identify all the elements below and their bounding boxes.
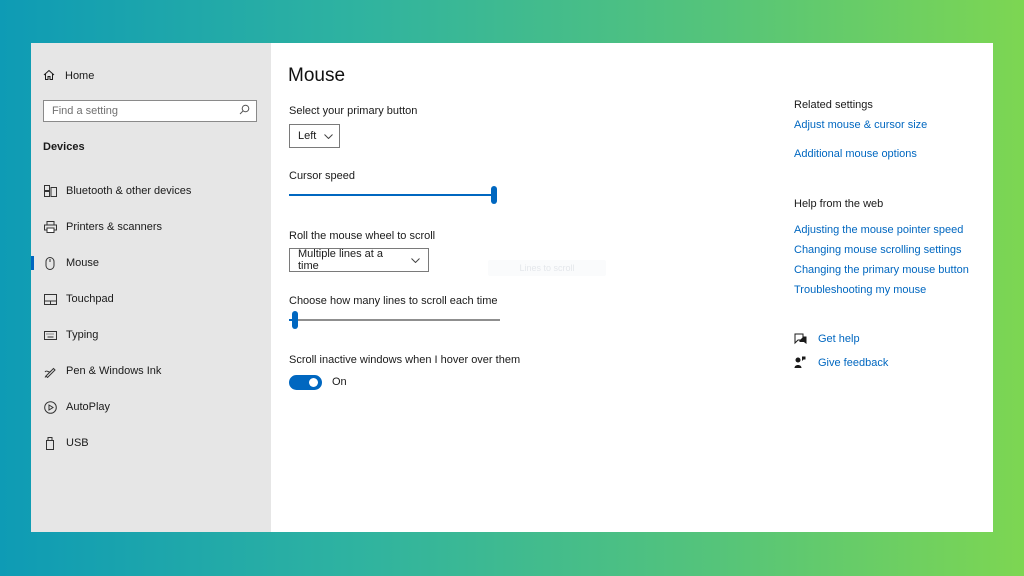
search-icon[interactable]	[239, 102, 250, 120]
lines-to-scroll-label: Choose how many lines to scroll each tim…	[289, 295, 498, 307]
cursor-speed-label: Cursor speed	[289, 170, 356, 182]
sidebar-item-label: Bluetooth & other devices	[66, 185, 192, 197]
give-feedback-label: Give feedback	[818, 356, 889, 369]
sidebar-item-label: Pen & Windows Ink	[66, 365, 162, 377]
sidebar: Home Devices Bluetooth & other devices P…	[31, 43, 271, 532]
slider-track	[295, 319, 500, 321]
help-heading: Help from the web	[794, 198, 884, 210]
slider-thumb[interactable]	[491, 186, 497, 204]
toggle-knob	[309, 378, 318, 387]
autoplay-icon	[41, 400, 59, 414]
scroll-mode-label: Roll the mouse wheel to scroll	[289, 230, 436, 242]
home-label: Home	[65, 70, 95, 82]
sidebar-item-mouse[interactable]: Mouse	[31, 252, 271, 274]
section-heading-devices: Devices	[43, 141, 85, 153]
lines-to-scroll-slider[interactable]	[289, 311, 500, 329]
primary-button-value: Left	[298, 130, 317, 142]
faded-tooltip: Lines to scroll	[488, 260, 606, 276]
page-title: Mouse	[288, 65, 346, 86]
give-feedback-link[interactable]: Give feedback	[794, 356, 888, 369]
link-scrolling-settings[interactable]: Changing mouse scrolling settings	[794, 244, 962, 256]
chevron-down-icon	[324, 133, 334, 139]
scroll-mode-value: Multiple lines at a time	[298, 248, 383, 272]
scroll-mode-dropdown[interactable]: Multiple lines at a time	[289, 248, 429, 272]
chevron-down-icon	[411, 257, 420, 263]
mouse-icon	[41, 256, 59, 270]
chat-help-icon	[794, 333, 808, 345]
usb-icon	[41, 436, 59, 450]
sidebar-item-label: Mouse	[66, 257, 100, 269]
inactive-scroll-toggle[interactable]	[289, 375, 322, 390]
get-help-link[interactable]: Get help	[794, 333, 860, 345]
cursor-speed-slider[interactable]	[289, 186, 497, 204]
home-icon	[43, 69, 65, 84]
primary-button-dropdown[interactable]: Left	[289, 124, 340, 148]
toggle-state-label: On	[332, 376, 347, 388]
keyboard-icon	[41, 330, 59, 340]
sidebar-item-typing[interactable]: Typing	[31, 324, 271, 346]
sidebar-item-label: Touchpad	[66, 293, 114, 305]
sidebar-item-autoplay[interactable]: AutoPlay	[31, 396, 271, 418]
sidebar-item-usb[interactable]: USB	[31, 432, 271, 454]
search-box[interactable]	[43, 100, 257, 122]
sidebar-item-label: AutoPlay	[66, 401, 111, 413]
home-link[interactable]: Home	[43, 67, 94, 85]
settings-window: Home Devices Bluetooth & other devices P…	[31, 43, 993, 532]
get-help-label: Get help	[818, 333, 860, 345]
inactive-scroll-label: Scroll inactive windows when I hover ove…	[289, 354, 521, 366]
feedback-icon	[794, 356, 808, 369]
slider-track-filled	[289, 194, 497, 196]
printer-icon	[41, 221, 59, 233]
sidebar-item-bluetooth[interactable]: Bluetooth & other devices	[31, 180, 271, 202]
link-troubleshooting[interactable]: Troubleshooting my mouse	[794, 284, 926, 296]
link-pointer-speed[interactable]: Adjusting the mouse pointer speed	[794, 224, 963, 236]
slider-thumb[interactable]	[292, 311, 298, 329]
pen-icon	[41, 365, 59, 378]
related-settings-heading: Related settings	[794, 99, 873, 111]
search-input[interactable]	[52, 105, 232, 117]
sidebar-item-label: Printers & scanners	[66, 221, 162, 233]
sidebar-item-label: USB	[66, 437, 89, 449]
sidebar-item-label: Typing	[66, 329, 99, 341]
touchpad-icon	[41, 293, 59, 305]
primary-button-label: Select your primary button	[289, 105, 418, 117]
main-content: Mouse Select your primary button Left Cu…	[271, 43, 993, 532]
sidebar-item-printers[interactable]: Printers & scanners	[31, 216, 271, 238]
link-adjust-cursor-size[interactable]: Adjust mouse & cursor size	[794, 119, 927, 131]
sidebar-item-touchpad[interactable]: Touchpad	[31, 288, 271, 310]
link-primary-button[interactable]: Changing the primary mouse button	[794, 264, 969, 276]
bluetooth-devices-icon	[41, 185, 59, 197]
link-additional-mouse-options[interactable]: Additional mouse options	[794, 148, 917, 160]
sidebar-item-pen[interactable]: Pen & Windows Ink	[31, 360, 271, 382]
